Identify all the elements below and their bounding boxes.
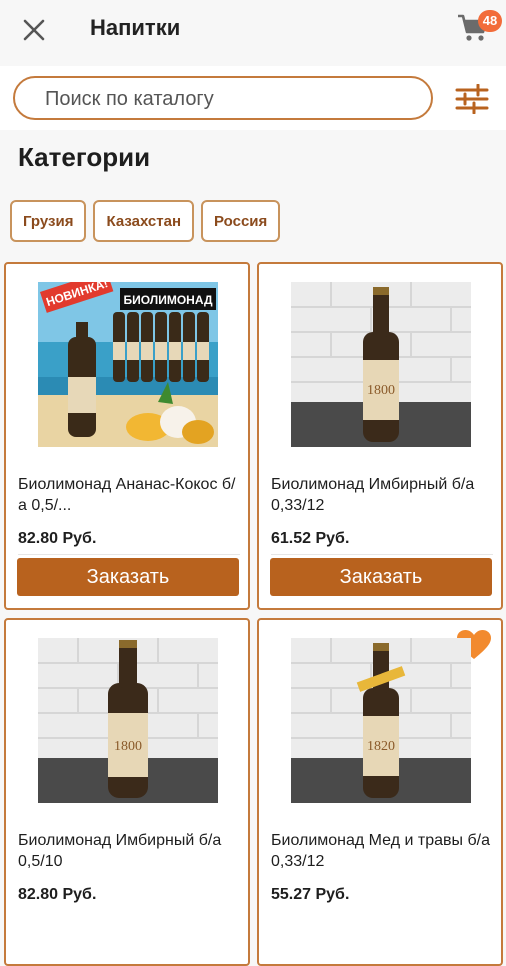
product-card[interactable]: НОВИНКА! БИОЛИМОНАД Биолимонад Ананас-Ко… (4, 262, 250, 610)
product-name[interactable]: Биолимонад Имбирный б/а 0,5/10 (18, 830, 242, 872)
bottle-label-year: 1820 (367, 739, 395, 754)
product-card[interactable]: 1800 Биолимонад Имбирный б/а 0,33/12 61.… (257, 262, 503, 610)
bottle-label-year: 1800 (114, 739, 142, 754)
product-price: 82.80 Руб. (18, 530, 97, 547)
top-bar: Напитки 48 (0, 0, 506, 58)
page-title: Напитки (90, 15, 181, 40)
divider (18, 554, 240, 555)
product-name[interactable]: Биолимонад Ананас-Кокос б/а 0,5/... (18, 474, 242, 516)
filter-icon (455, 83, 489, 115)
product-card[interactable]: 1820 Биолимонад Мед и травы б/а 0,33/12 … (257, 618, 503, 966)
cart-count-badge: 48 (478, 10, 502, 32)
product-price: 61.52 Руб. (271, 530, 350, 547)
close-button[interactable] (18, 14, 50, 46)
divider (271, 554, 493, 555)
image-badge-brand: БИОЛИМОНАД (124, 293, 213, 307)
order-button[interactable]: Заказать (17, 558, 239, 596)
order-button[interactable]: Заказать (270, 558, 492, 596)
close-icon (23, 19, 45, 41)
categories-title: Категории (18, 142, 151, 172)
product-image[interactable]: НОВИНКА! БИОЛИМОНАД (38, 282, 218, 447)
category-chip-kazakhstan[interactable]: Казахстан (93, 200, 195, 242)
category-chip-russia[interactable]: Россия (201, 200, 281, 242)
search-field[interactable] (13, 76, 433, 120)
bottle-label-year: 1800 (367, 383, 395, 398)
product-name[interactable]: Биолимонад Имбирный б/а 0,33/12 (271, 474, 495, 516)
product-card[interactable]: 1800 Биолимонад Имбирный б/а 0,5/10 82.8… (4, 618, 250, 966)
product-name[interactable]: Биолимонад Мед и травы б/а 0,33/12 (271, 830, 495, 872)
product-price: 82.80 Руб. (18, 886, 97, 903)
category-chips: Грузия Казахстан Россия (10, 200, 281, 242)
product-image[interactable]: 1800 (38, 638, 218, 803)
search-input[interactable] (45, 84, 415, 114)
search-row (0, 66, 506, 130)
product-image[interactable]: 1820 (291, 638, 471, 803)
product-image[interactable]: 1800 (291, 282, 471, 447)
filter-button[interactable] (454, 83, 490, 115)
category-chip-georgia[interactable]: Грузия (10, 200, 87, 242)
product-price: 55.27 Руб. (271, 886, 350, 903)
